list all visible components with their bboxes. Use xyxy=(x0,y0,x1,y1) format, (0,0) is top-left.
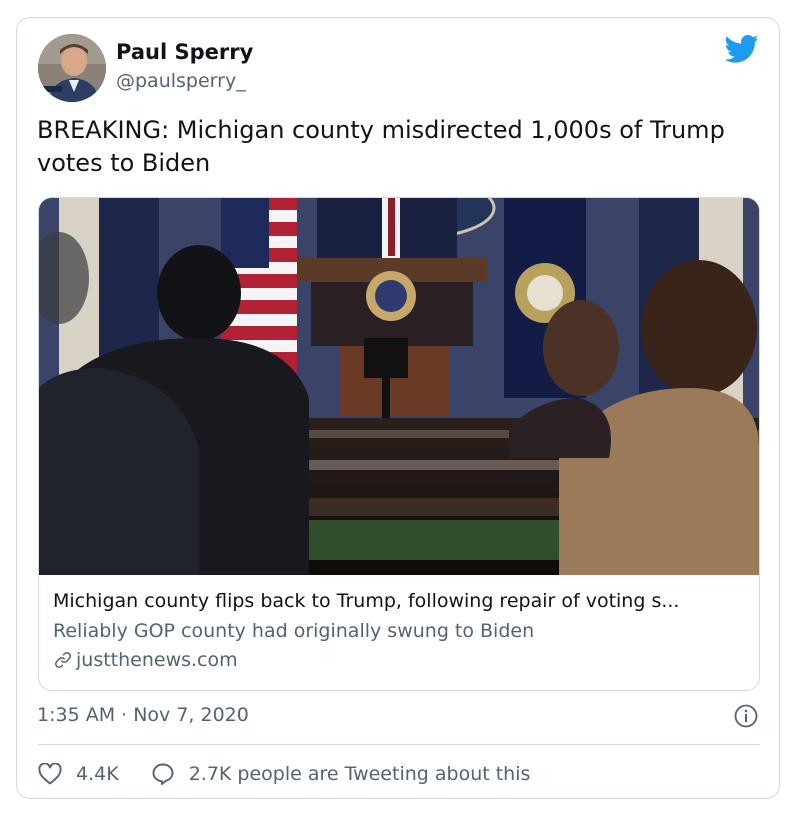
info-icon[interactable] xyxy=(734,704,758,728)
display-name[interactable]: Paul Sperry xyxy=(116,40,253,64)
link-description: Reliably GOP county had originally swung… xyxy=(53,620,535,642)
conversation-link[interactable]: 2.7K people are Tweeting about this xyxy=(151,762,531,786)
tweet-actions: 4.4K 2.7K people are Tweeting about this xyxy=(38,760,530,788)
tweet-card[interactable]: Paul Sperry @paulsperry_ BREAKING: Michi… xyxy=(16,17,780,799)
like-count: 4.4K xyxy=(76,763,119,785)
link-preview-card[interactable]: Michigan county flips back to Trump, fol… xyxy=(38,197,760,691)
heart-icon xyxy=(38,763,62,785)
speech-bubble-icon xyxy=(152,763,174,785)
link-domain-text: justthenews.com xyxy=(76,649,238,671)
like-button[interactable]: 4.4K xyxy=(38,763,119,785)
tweet-text: BREAKING: Michigan county misdirected 1,… xyxy=(37,116,725,177)
conversation-text: 2.7K people are Tweeting about this xyxy=(188,763,531,785)
link-icon xyxy=(55,652,71,668)
avatar-photo xyxy=(38,34,106,102)
avatar[interactable] xyxy=(38,34,106,102)
user-handle[interactable]: @paulsperry_ xyxy=(116,70,246,92)
divider xyxy=(38,744,760,745)
twitter-bird-icon[interactable] xyxy=(725,34,759,64)
tweet-timestamp[interactable]: 1:35 AM · Nov 7, 2020 xyxy=(37,704,249,726)
link-preview-image xyxy=(39,198,759,575)
link-title[interactable]: Michigan county flips back to Trump, fol… xyxy=(53,590,753,612)
link-domain[interactable]: justthenews.com xyxy=(53,649,238,671)
